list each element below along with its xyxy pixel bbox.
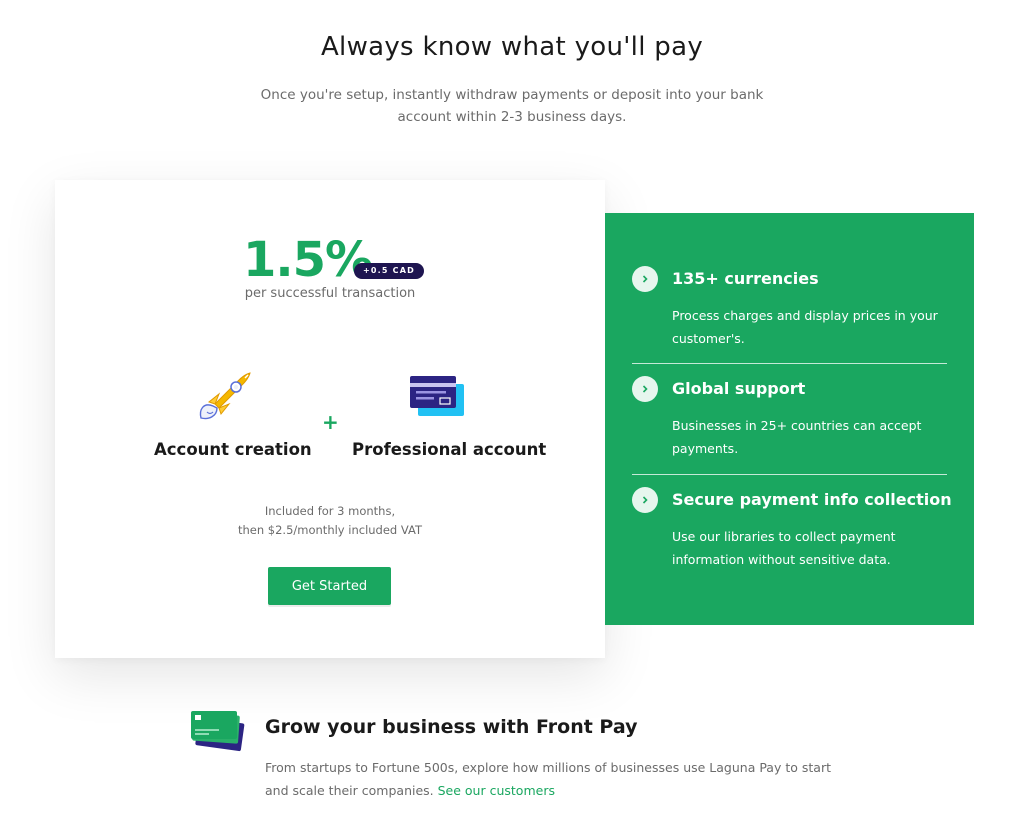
chevron-right-icon [632,487,658,513]
feature-description: Businesses in 25+ countries can accept p… [672,418,922,456]
divider [632,363,947,364]
feature-description: Use our libraries to collect payment inf… [672,529,896,567]
page-subtitle: Once you're setup, instantly withdraw pa… [260,87,764,125]
divider [632,474,947,475]
included-note: Included for 3 months, then $2.5/monthly… [55,502,605,540]
pricing-card: 1.5% +0.5 CAD per successful transaction… [55,180,605,658]
features-panel: 135+ currencies Process charges and disp… [605,213,974,625]
feature-description: Process charges and display prices in yo… [672,308,938,346]
included-note-line2: then $2.5/monthly included VAT [237,523,423,537]
see-our-customers-link[interactable]: See our customers [438,783,555,798]
cards-icon [190,710,246,760]
included-note-line1: Included for 3 months, [264,504,396,518]
promo-title: Grow your business with Front Pay [265,716,638,738]
plus-icon: + [322,410,339,434]
page-title: Always know what you'll pay [320,32,704,62]
fee-caption: per successful transaction [244,286,416,301]
chevron-right-icon [632,266,658,292]
feature-title: Global support [672,379,806,398]
feature-title: 135+ currencies [672,269,819,288]
fee-badge: +0.5 CAD [354,263,424,279]
professional-account-label: Professional account [352,440,547,459]
promo-text: From startups to Fortune 500s, explore h… [265,756,845,802]
credit-card-icon [410,376,466,422]
fee-rate: 1.5% [243,232,373,288]
account-creation-label: Account creation [154,440,312,459]
get-started-button[interactable]: Get Started [268,567,391,605]
chevron-right-icon [632,376,658,402]
feature-title: Secure payment info collection [672,490,952,509]
rocket-icon [195,370,253,428]
